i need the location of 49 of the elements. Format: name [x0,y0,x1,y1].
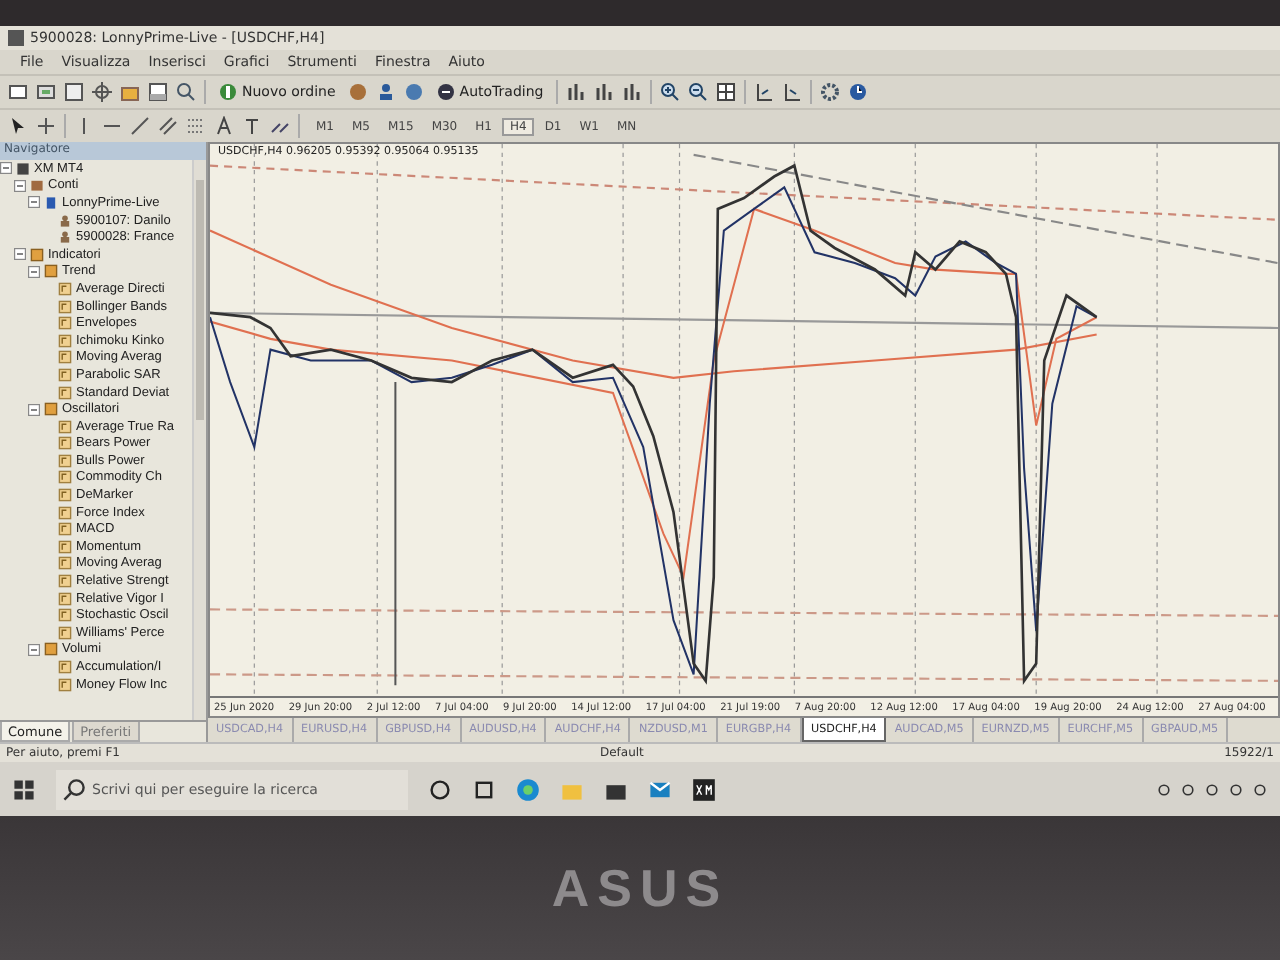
expander-icon[interactable] [28,403,40,416]
server-icon [44,195,58,210]
auto-scroll-icon[interactable] [781,82,802,102]
scrollbar[interactable] [192,160,206,720]
app-icon[interactable] [692,777,716,801]
zoom-out-icon[interactable] [687,82,708,102]
folder-icon[interactable] [120,82,140,102]
crosshair-icon[interactable] [36,116,56,136]
task-view-icon[interactable] [472,777,496,801]
new-chart-icon[interactable] [8,82,28,102]
circle-icon[interactable] [428,777,452,801]
gear-icon[interactable] [819,82,840,102]
expander-icon[interactable] [28,643,40,656]
fibonacci-icon[interactable] [186,116,206,136]
search-icon[interactable] [176,82,196,102]
folder-icon [44,642,58,657]
tile-windows-icon[interactable] [715,82,736,102]
panel-icon[interactable] [148,82,168,102]
cursor-icon[interactable] [8,116,28,136]
expander-icon[interactable] [14,248,26,261]
expander-icon[interactable] [0,162,12,175]
person-icon[interactable] [375,82,396,102]
trendline-icon[interactable] [130,116,150,136]
app-icon [8,30,24,46]
windows-start-icon[interactable] [12,777,36,801]
clock-icon[interactable] [847,82,868,102]
indicator-icon [58,281,72,296]
brand-logo: ASUS [551,857,729,919]
bar-chart-icon[interactable] [565,82,586,102]
mail-icon[interactable] [648,777,672,801]
folder-icon [44,402,58,417]
profiles-icon[interactable] [36,82,56,102]
search-icon [62,777,86,801]
line-chart-icon[interactable] [621,82,642,102]
window-icon[interactable] [64,82,84,102]
browser-icon[interactable] [516,777,540,801]
chart-shift-icon[interactable] [753,82,774,102]
terminal-icon [16,161,30,176]
accounts-icon [30,178,44,193]
text-icon[interactable] [214,116,234,136]
expander-icon[interactable] [28,265,40,278]
zoom-in-icon[interactable] [659,82,680,102]
crosshair-icon[interactable] [92,82,112,102]
channel-icon[interactable] [158,116,178,136]
expander-icon[interactable] [28,196,40,209]
candlestick-icon[interactable] [593,82,614,102]
indicator-icon [58,385,72,400]
expander-icon[interactable] [14,179,26,192]
label-icon[interactable] [242,116,262,136]
